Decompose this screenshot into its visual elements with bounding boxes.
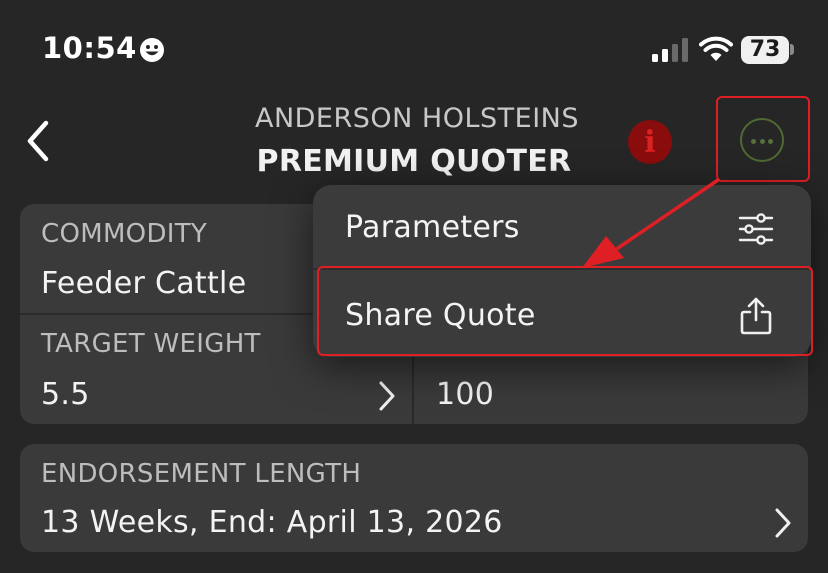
divider xyxy=(412,356,414,424)
smiley-face-icon xyxy=(140,38,164,62)
battery-nub xyxy=(790,44,794,55)
share-quote-highlight xyxy=(317,266,813,356)
menu-item-parameters[interactable]: Parameters xyxy=(345,210,520,245)
battery-indicator: 73 xyxy=(741,36,789,64)
info-icon: i xyxy=(644,124,656,160)
page-title: PREMIUM QUOTER xyxy=(256,144,572,179)
target-weight-value[interactable]: 5.5 xyxy=(41,377,90,412)
ellipsis-circle-icon[interactable] xyxy=(740,118,784,162)
chevron-right-icon[interactable] xyxy=(774,507,792,539)
commodity-value[interactable]: Feeder Cattle xyxy=(41,266,246,301)
wifi-icon xyxy=(699,36,733,61)
target-weight-label: TARGET WEIGHT xyxy=(41,329,261,359)
status-time: 10:54 xyxy=(42,31,137,65)
sliders-icon[interactable] xyxy=(738,212,774,246)
more-dot xyxy=(768,139,773,144)
chevron-right-icon[interactable] xyxy=(378,380,396,412)
more-dot xyxy=(751,139,756,144)
commodity-label: COMMODITY xyxy=(41,219,208,249)
second-value[interactable]: 100 xyxy=(436,377,494,412)
endorsement-length-label: ENDORSEMENT LENGTH xyxy=(41,459,362,489)
cellular-signal-icon xyxy=(652,38,688,62)
endorsement-length-value[interactable]: 13 Weeks, End: April 13, 2026 xyxy=(41,505,503,540)
nav-subtitle: ANDERSON HOLSTEINS xyxy=(254,103,580,134)
divider xyxy=(20,313,320,315)
info-button[interactable]: i xyxy=(628,120,672,164)
more-dot xyxy=(759,139,765,144)
